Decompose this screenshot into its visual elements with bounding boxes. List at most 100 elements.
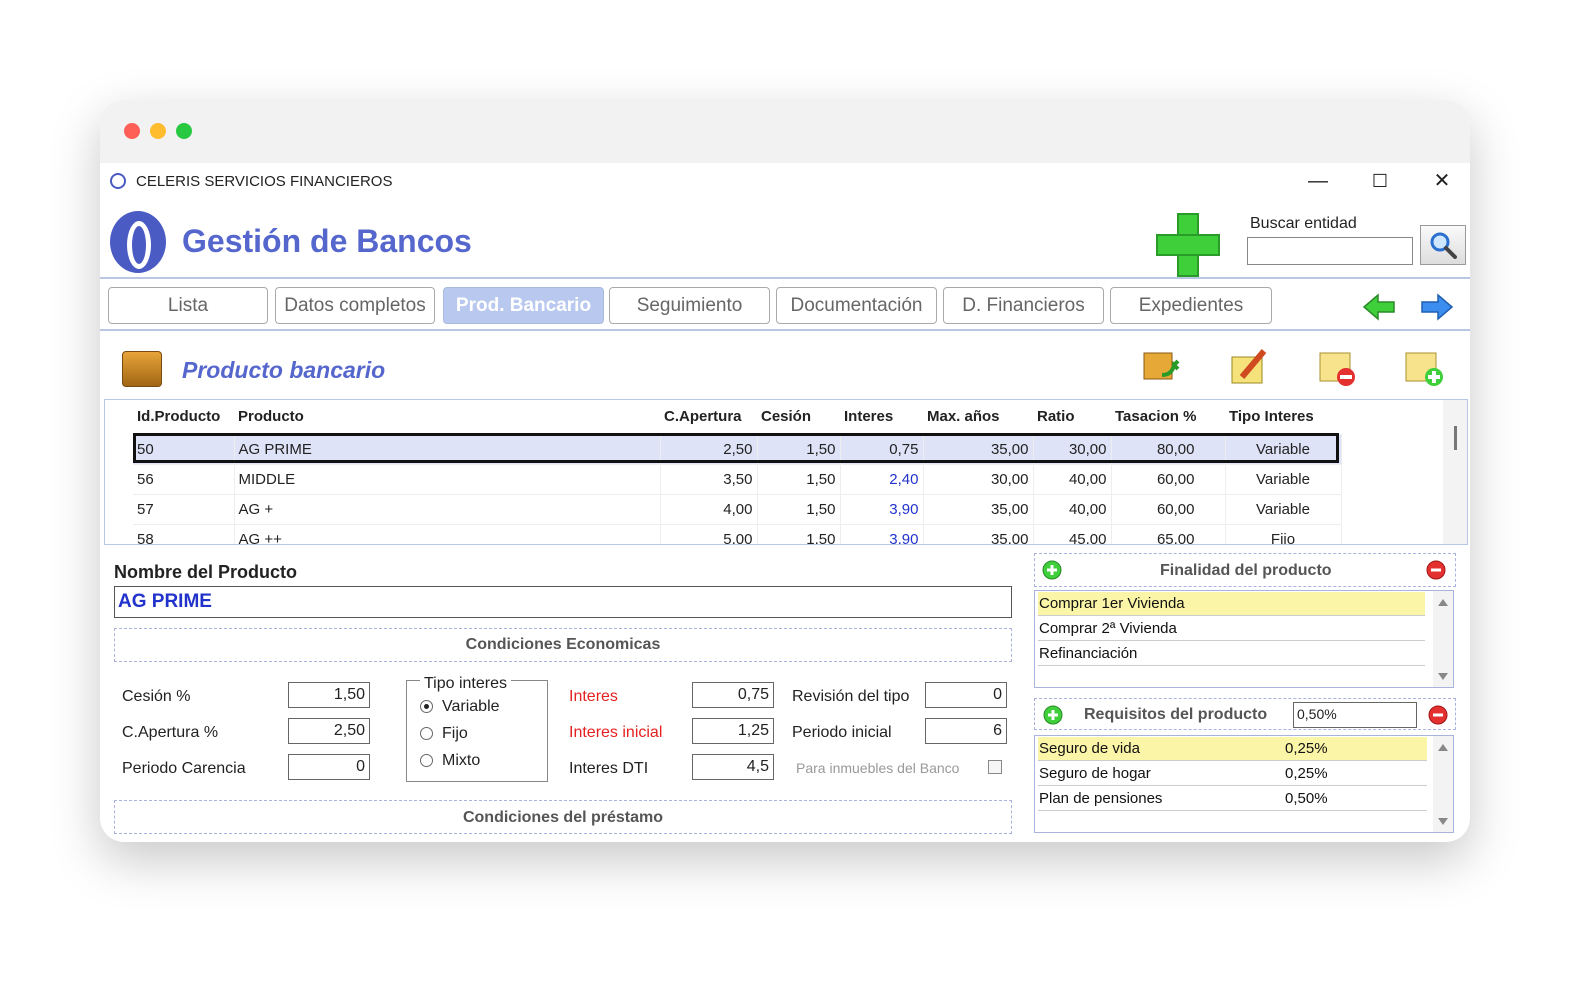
- list-item[interactable]: Seguro de vida 0,25%: [1038, 737, 1427, 761]
- scroll-up-icon[interactable]: [1438, 599, 1448, 606]
- interes-input[interactable]: 0,75: [692, 682, 774, 708]
- apertura-input[interactable]: 2,50: [288, 718, 370, 744]
- remove-finalidad-icon[interactable]: [1426, 560, 1446, 580]
- requisitos-scrollbar[interactable]: [1433, 736, 1453, 832]
- cell-ratio: 40,00: [1033, 464, 1112, 495]
- briefcase-icon: [122, 351, 162, 387]
- radio-fijo-label[interactable]: Fijo: [442, 725, 468, 743]
- app-window: CELERIS SERVICIOS FINANCIEROS — ☐ ✕ Gest…: [100, 100, 1470, 842]
- cell-interes: 3,90: [840, 494, 924, 525]
- requisito-value: 0,50%: [1285, 790, 1328, 807]
- minimize-dot-icon[interactable]: [150, 123, 166, 139]
- table-row[interactable]: 56 MIDDLE 3,50 1,50 2,40 30,00 40,00 60,…: [133, 464, 1342, 495]
- cond-econ-header: Condiciones Economicas: [114, 628, 1012, 662]
- col-header-id[interactable]: Id.Producto: [133, 400, 234, 435]
- close-button[interactable]: ✕: [1422, 167, 1462, 195]
- search-button[interactable]: [1420, 225, 1466, 265]
- zoom-dot-icon[interactable]: [176, 123, 192, 139]
- forward-arrow-icon[interactable]: [1420, 293, 1454, 321]
- minimize-button[interactable]: —: [1298, 167, 1338, 195]
- add-bank-plus-icon[interactable]: [1156, 213, 1220, 277]
- radio-variable-label[interactable]: Variable: [442, 698, 500, 716]
- tab-datos-completos[interactable]: Datos completos: [275, 287, 435, 324]
- radio-fijo[interactable]: [420, 727, 433, 740]
- tab-d-financieros[interactable]: D. Financieros: [943, 287, 1104, 324]
- requisito-value-input[interactable]: 0,50%: [1293, 702, 1417, 728]
- add-requisito-icon[interactable]: [1043, 705, 1063, 725]
- revision-input[interactable]: 0: [925, 682, 1007, 708]
- cell-tipo-interes: Variable: [1225, 434, 1342, 465]
- products-table: Id.Producto Producto C.Apertura Cesión I…: [133, 400, 1342, 544]
- list-item[interactable]: Refinanciación: [1038, 642, 1425, 666]
- delete-folder-icon[interactable]: [1316, 345, 1360, 389]
- scroll-up-icon[interactable]: [1438, 744, 1448, 751]
- finalidad-title: Finalidad del producto: [1160, 562, 1332, 579]
- cell-tipo-interes: Variable: [1225, 464, 1342, 495]
- list-item[interactable]: Comprar 2ª Vivienda: [1038, 617, 1425, 641]
- tab-documentacion[interactable]: Documentación: [776, 287, 937, 324]
- product-name-label: Nombre del Producto: [114, 562, 298, 582]
- table-row[interactable]: 58 AG ++ 5,00 1,50 3,90 35,00 45,00 65,0…: [133, 524, 1342, 544]
- product-name-input[interactable]: AG PRIME: [114, 586, 1012, 618]
- add-finalidad-icon[interactable]: [1042, 560, 1062, 580]
- col-header-tipo-interes[interactable]: Tipo Interes: [1225, 400, 1341, 435]
- interes-inicial-input[interactable]: 1,25: [692, 718, 774, 744]
- dti-label: Interes DTI: [569, 760, 649, 777]
- cell-id: 50: [133, 434, 235, 465]
- search-input[interactable]: [1247, 237, 1413, 265]
- requisito-name: Seguro de vida: [1039, 740, 1140, 757]
- periodo-inicial-label: Periodo inicial: [792, 724, 892, 741]
- col-header-tasacion[interactable]: Tasacion %: [1111, 400, 1225, 435]
- inmuebles-checkbox[interactable]: [988, 760, 1002, 774]
- periodo-inicial-input[interactable]: 6: [925, 718, 1007, 744]
- col-header-max-anos[interactable]: Max. años: [923, 400, 1033, 435]
- scroll-down-icon[interactable]: [1438, 818, 1448, 825]
- list-item[interactable]: Comprar 1er Vivienda: [1038, 592, 1425, 616]
- edit-pencil-icon[interactable]: [1228, 345, 1272, 389]
- finalidad-list: Comprar 1er Vivienda Comprar 2ª Vivienda…: [1034, 590, 1454, 688]
- col-header-ratio[interactable]: Ratio: [1033, 400, 1111, 435]
- section-header: Producto bancario: [100, 333, 1470, 399]
- back-arrow-icon[interactable]: [1362, 293, 1396, 321]
- requisito-name: Seguro de hogar: [1039, 765, 1151, 782]
- cell-max-anos: 35,00: [923, 524, 1034, 544]
- col-header-cesion[interactable]: Cesión: [757, 400, 840, 435]
- tab-seguimiento[interactable]: Seguimiento: [609, 287, 770, 324]
- remove-requisito-icon[interactable]: [1428, 705, 1448, 725]
- cell-tipo-interes: Fijo: [1225, 524, 1342, 544]
- close-dot-icon[interactable]: [124, 123, 140, 139]
- cell-tasacion: 60,00: [1111, 464, 1226, 495]
- export-box-icon[interactable]: [1140, 345, 1184, 389]
- finalidad-scrollbar[interactable]: [1433, 591, 1453, 687]
- cesion-input[interactable]: 1,50: [288, 682, 370, 708]
- grid-scrollbar[interactable]: [1443, 400, 1467, 544]
- table-row[interactable]: 57 AG + 4,00 1,50 3,90 35,00 40,00 60,00…: [133, 494, 1342, 525]
- cell-ratio: 40,00: [1033, 494, 1112, 525]
- col-header-apertura[interactable]: C.Apertura: [660, 400, 757, 435]
- cond-prestamo-header: Condiciones del préstamo: [114, 800, 1012, 834]
- requisito-value: 0,25%: [1285, 740, 1328, 757]
- cell-cesion: 1,50: [757, 524, 841, 544]
- col-header-producto[interactable]: Producto: [234, 400, 660, 435]
- add-folder-icon[interactable]: [1402, 345, 1446, 389]
- scroll-down-icon[interactable]: [1438, 673, 1448, 680]
- radio-mixto-label[interactable]: Mixto: [442, 752, 480, 770]
- maximize-button[interactable]: ☐: [1360, 167, 1400, 195]
- col-header-interes[interactable]: Interes: [840, 400, 923, 435]
- list-item[interactable]: Seguro de hogar 0,25%: [1038, 762, 1427, 786]
- radio-variable[interactable]: [420, 700, 433, 713]
- table-row[interactable]: 50 AG PRIME 2,50 1,50 0,75 35,00 30,00 8…: [133, 434, 1342, 465]
- radio-mixto[interactable]: [420, 754, 433, 767]
- dti-input[interactable]: 4,5: [692, 754, 774, 780]
- cell-tasacion: 80,00: [1111, 434, 1226, 465]
- revision-label: Revisión del tipo: [792, 688, 910, 705]
- tab-prod-bancario[interactable]: Prod. Bancario: [443, 287, 604, 324]
- grid-scroll-thumb[interactable]: [1454, 426, 1457, 450]
- tab-expedientes[interactable]: Expedientes: [1110, 287, 1272, 324]
- carencia-input[interactable]: 0: [288, 754, 370, 780]
- header: Gestión de Bancos Buscar entidad: [100, 199, 1470, 279]
- list-item[interactable]: Plan de pensiones 0,50%: [1038, 787, 1427, 811]
- tab-lista[interactable]: Lista: [108, 287, 268, 324]
- cell-id: 57: [133, 494, 235, 525]
- cell-apertura: 4,00: [660, 494, 758, 525]
